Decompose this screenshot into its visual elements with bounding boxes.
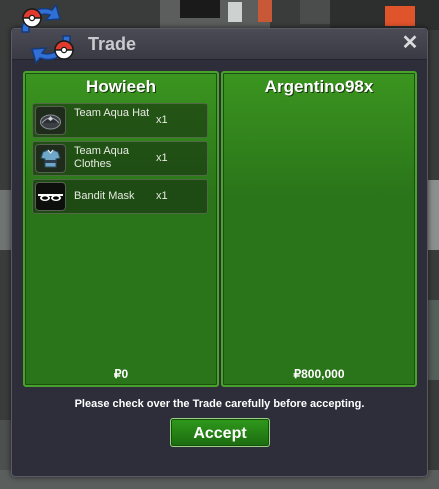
close-button[interactable]: ✕ [400, 32, 420, 54]
item-quantity: x1 [156, 114, 168, 126]
money-offer-left: ₽0 [113, 367, 129, 381]
player-name-left: Howieeh [86, 77, 156, 96]
item-quantity: x1 [156, 152, 168, 164]
mask-icon [35, 182, 66, 211]
trade-item[interactable]: Team Aqua Clothes x1 [32, 141, 208, 176]
clothes-icon [35, 144, 66, 173]
money-offer-right: ₽800,000 [293, 367, 345, 381]
item-name: Team Aqua Hat [74, 107, 150, 119]
player-name-right: Argentino98x [264, 77, 374, 96]
trade-logo-icon [21, 3, 74, 65]
trade-item[interactable]: Team Aqua Hat x1 [32, 103, 208, 138]
window-title: Trade [88, 34, 137, 54]
trade-item[interactable]: Bandit Mask x1 [32, 179, 208, 214]
hat-icon [35, 106, 66, 135]
trade-panel-left: Howieeh Team Aqua Hat x1 Team Aqua Cloth… [23, 71, 219, 387]
item-quantity: x1 [156, 190, 168, 202]
trade-notice: Please check over the Trade carefully be… [74, 398, 365, 410]
trade-panel-right: Argentino98x ₽800,000 [221, 71, 417, 387]
accept-button[interactable]: Accept [170, 418, 270, 447]
item-name: Team Aqua Clothes [74, 145, 130, 170]
item-name: Bandit Mask [74, 190, 135, 202]
trade-window: Trade ✕ Howieeh Team Aqua Hat x1 Team Aq… [11, 28, 428, 477]
close-icon[interactable]: ✕ [402, 32, 419, 54]
